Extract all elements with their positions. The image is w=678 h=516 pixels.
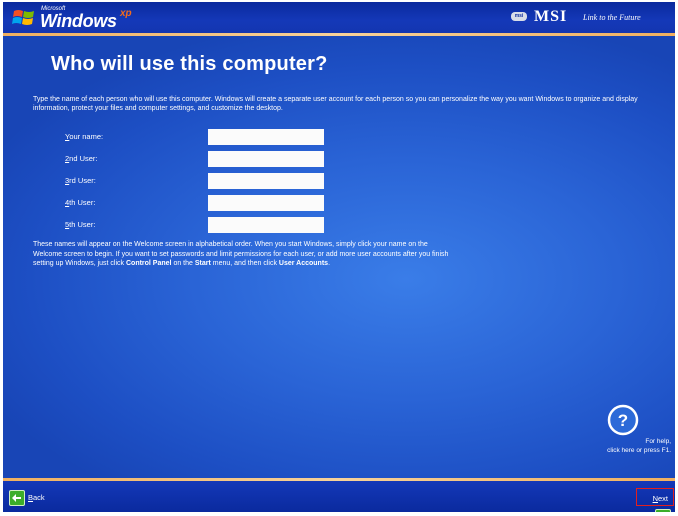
xp-mark: xp: [120, 8, 132, 19]
user-row-1: Your name:: [65, 129, 335, 145]
intro-text: Type the name of each person who will us…: [33, 96, 638, 112]
bottom-bar: Back Next: [3, 481, 675, 512]
windows-wordmark: Windows: [40, 11, 117, 31]
field-label: 4th User:: [65, 198, 96, 207]
next-button[interactable]: Next: [636, 488, 674, 512]
setup-screen: Microsoft Windows xp msi MSI Link to the…: [3, 2, 675, 512]
user-row-4: 4th User:: [65, 195, 335, 211]
user-row-3: 3rd User:: [65, 173, 335, 189]
control-panel-text: Control Panel: [125, 260, 172, 267]
back-button[interactable]: Back: [9, 489, 48, 506]
oem-logo: MSI: [534, 8, 568, 25]
start-text: Start: [194, 260, 211, 267]
oem-tagline: Link to the Future: [583, 13, 641, 22]
msi-badge: msi: [511, 12, 527, 21]
back-label: Back: [28, 493, 45, 503]
svg-text:?: ?: [618, 411, 628, 430]
user-accounts-text: User Accounts: [278, 260, 329, 267]
help-icon[interactable]: ?: [607, 404, 639, 436]
page-title: Who will use this computer?: [51, 53, 328, 75]
next-label: Next: [652, 494, 668, 504]
top-bar: Microsoft Windows xp msi MSI Link to the…: [3, 2, 675, 33]
windows-flag-icon: [12, 10, 34, 25]
second-user-input[interactable]: [208, 151, 324, 167]
user-row-2: 2nd User:: [65, 151, 335, 167]
next-arrow-icon: [655, 508, 671, 512]
third-user-input[interactable]: [208, 173, 324, 189]
field-label: 2nd User:: [65, 154, 98, 163]
user-row-5: 5th User:: [65, 217, 335, 233]
back-arrow-icon: [9, 489, 25, 506]
fourth-user-input[interactable]: [208, 195, 324, 211]
main-panel: Who will use this computer? Type the nam…: [3, 36, 675, 478]
your-name-input[interactable]: [208, 129, 324, 145]
help-link[interactable]: For help, click here or press F1.: [583, 438, 671, 455]
field-label: 3rd User:: [65, 176, 96, 185]
field-label: 5th User:: [65, 220, 96, 229]
fifth-user-input[interactable]: [208, 217, 324, 233]
instructions-text: These names will appear on the Welcome s…: [33, 241, 449, 267]
field-label: Your name:: [65, 132, 104, 141]
